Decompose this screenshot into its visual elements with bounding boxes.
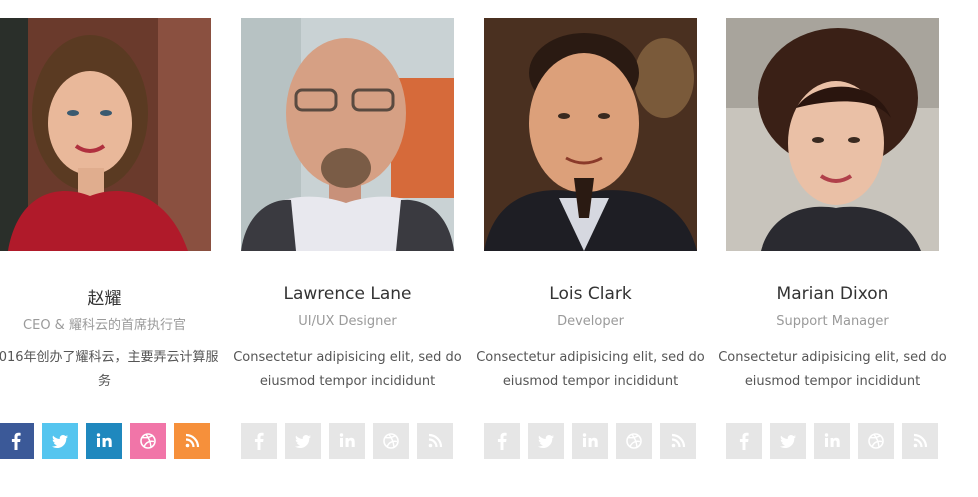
team-member-card: Lois Clark Developer Consectetur adipisi… xyxy=(476,0,705,497)
twitter-button[interactable] xyxy=(528,423,564,459)
rss-icon xyxy=(185,433,200,448)
dribbble-icon xyxy=(140,433,156,449)
facebook-button[interactable] xyxy=(241,423,277,459)
linkedin-button[interactable] xyxy=(329,423,365,459)
dribbble-button[interactable] xyxy=(130,423,166,459)
member-role: Support Manager xyxy=(776,314,889,329)
linkedin-icon xyxy=(339,433,355,447)
member-bio: Consectetur adipisicing elit, sed do eiu… xyxy=(718,350,947,389)
dribbble-icon xyxy=(626,433,642,449)
dribbble-button[interactable] xyxy=(858,423,894,459)
dribbble-button[interactable] xyxy=(616,423,652,459)
member-photo xyxy=(0,18,211,251)
rss-button[interactable] xyxy=(660,423,696,459)
team-member-card: Lawrence Lane UI/UX Designer Consectetur… xyxy=(233,0,462,497)
twitter-button[interactable] xyxy=(42,423,78,459)
dribbble-icon xyxy=(383,433,399,449)
member-name: 赵耀 xyxy=(87,289,122,309)
dribbble-icon xyxy=(868,433,884,449)
team-member-card: Marian Dixon Support Manager Consectetur… xyxy=(718,0,947,497)
member-photo xyxy=(726,18,939,251)
linkedin-button[interactable] xyxy=(814,423,850,459)
member-bio: Consectetur adipisicing elit, sed do eiu… xyxy=(476,350,705,389)
linkedin-icon xyxy=(824,433,840,447)
twitter-button[interactable] xyxy=(770,423,806,459)
rss-button[interactable] xyxy=(417,423,453,459)
twitter-icon xyxy=(538,435,554,448)
member-photo xyxy=(241,18,454,251)
rss-button[interactable] xyxy=(174,423,210,459)
member-name: Lawrence Lane xyxy=(283,284,412,304)
twitter-icon xyxy=(52,435,68,448)
rss-icon xyxy=(913,433,928,448)
facebook-icon xyxy=(497,432,507,450)
team-member-card: 赵耀 CEO & 耀科云的首席执行官 2016年创办了耀科云，主要弄云计算服务 xyxy=(0,0,219,497)
facebook-icon xyxy=(739,432,749,450)
twitter-icon xyxy=(295,435,311,448)
member-photo xyxy=(484,18,697,251)
rss-icon xyxy=(428,433,443,448)
facebook-button[interactable] xyxy=(726,423,762,459)
facebook-button[interactable] xyxy=(0,423,34,459)
rss-button[interactable] xyxy=(902,423,938,459)
linkedin-icon xyxy=(96,433,112,447)
dribbble-button[interactable] xyxy=(373,423,409,459)
twitter-button[interactable] xyxy=(285,423,321,459)
linkedin-icon xyxy=(582,433,598,447)
member-role: CEO & 耀科云的首席执行官 xyxy=(23,318,186,333)
member-bio: 2016年创办了耀科云，主要弄云计算服务 xyxy=(0,350,219,389)
linkedin-button[interactable] xyxy=(86,423,122,459)
rss-icon xyxy=(671,433,686,448)
linkedin-button[interactable] xyxy=(572,423,608,459)
member-role: UI/UX Designer xyxy=(298,314,397,329)
twitter-icon xyxy=(780,435,796,448)
facebook-button[interactable] xyxy=(484,423,520,459)
member-name: Lois Clark xyxy=(549,284,632,304)
member-bio: Consectetur adipisicing elit, sed do eiu… xyxy=(233,350,462,389)
facebook-icon xyxy=(254,432,264,450)
member-role: Developer xyxy=(557,314,624,329)
facebook-icon xyxy=(11,432,21,450)
member-name: Marian Dixon xyxy=(776,284,889,304)
